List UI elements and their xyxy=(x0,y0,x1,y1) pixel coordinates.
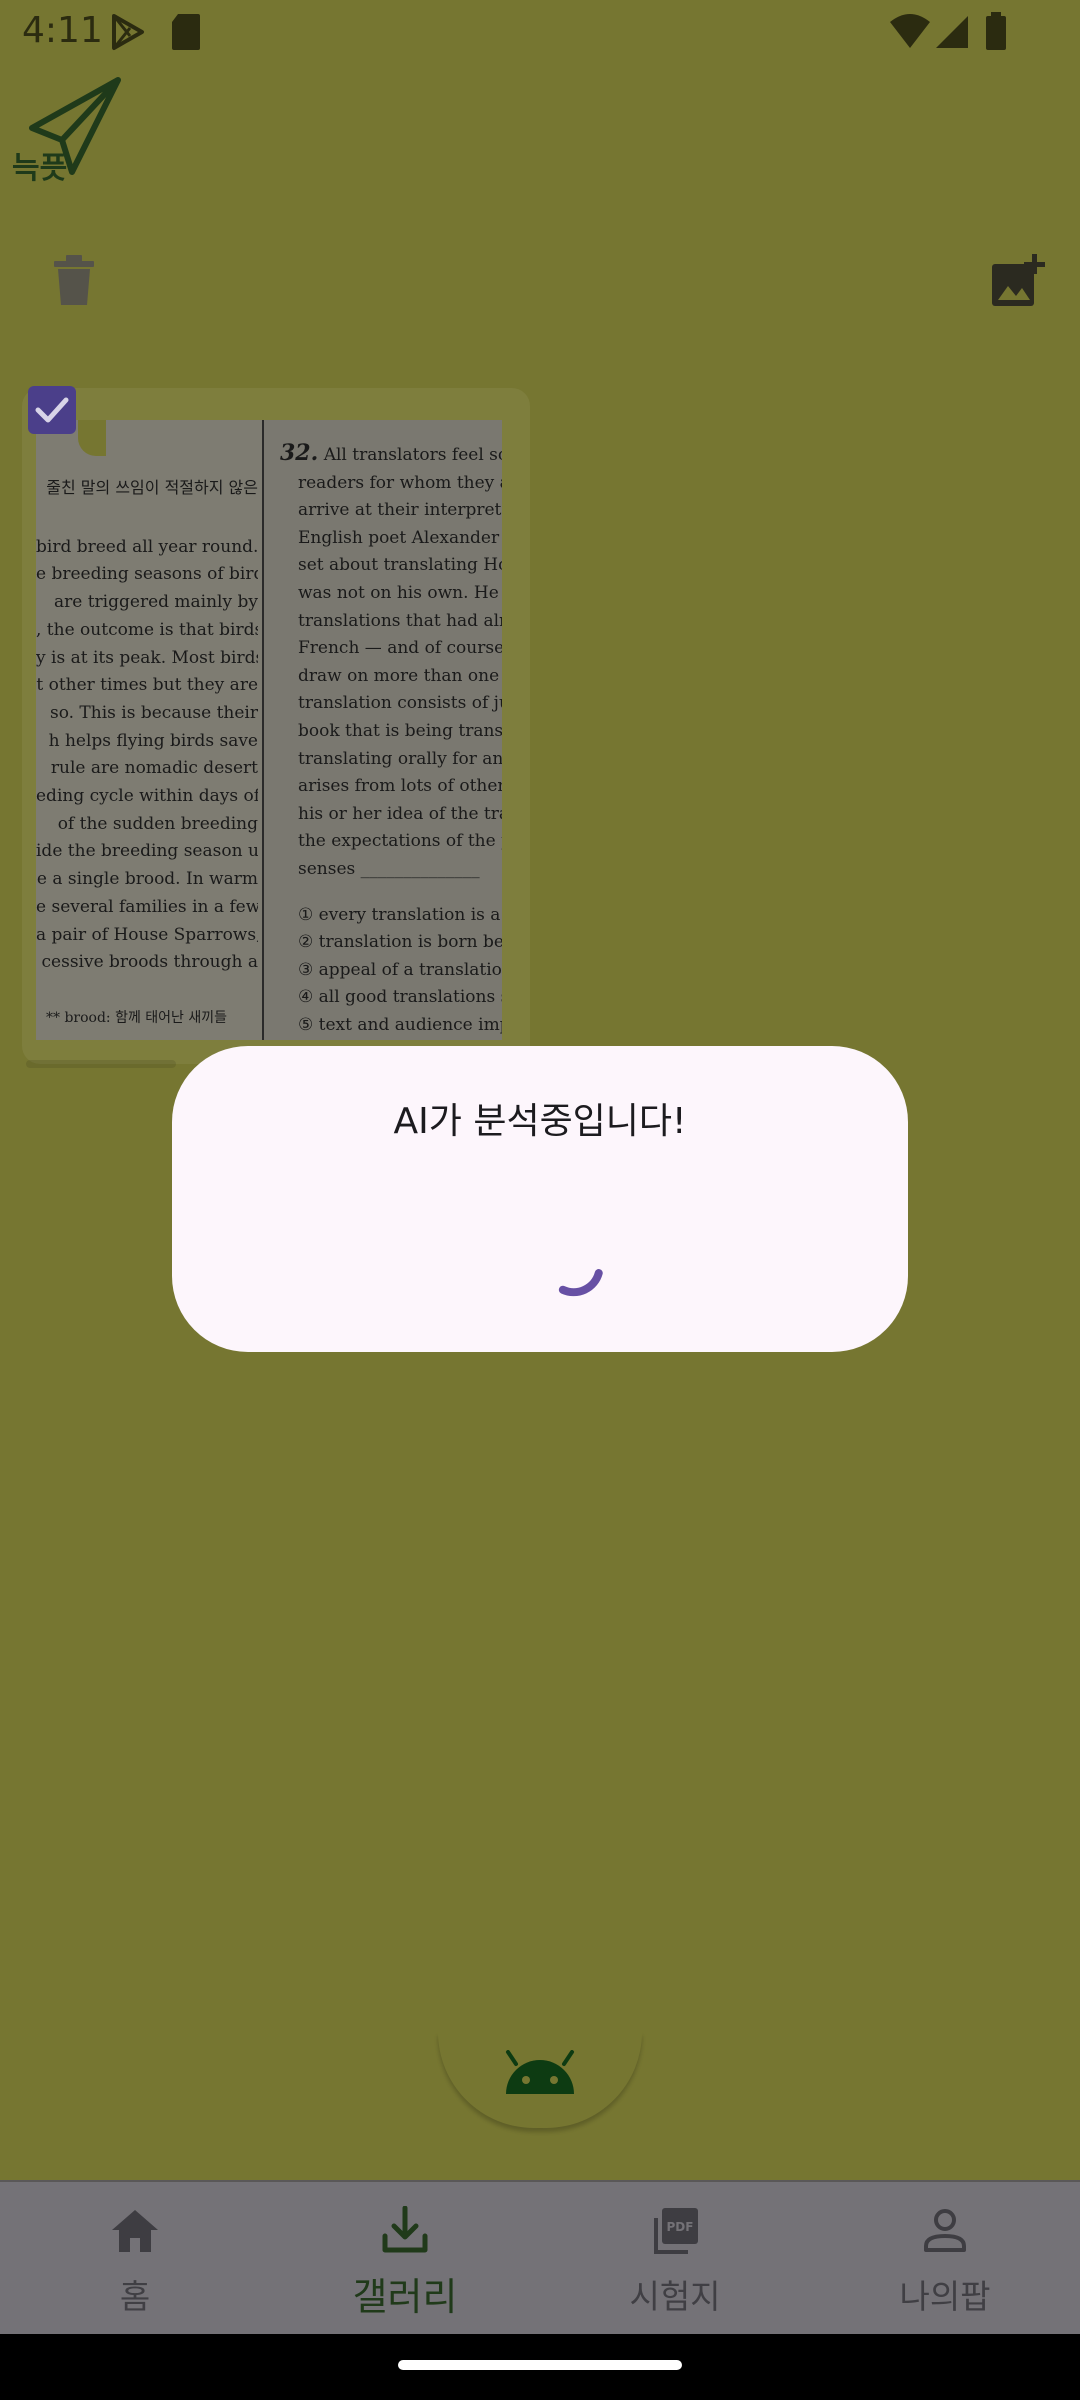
document-thumbnail[interactable]: 줄친 말의 쓰임이 적절하지 않은 bird breed all year ro… xyxy=(36,420,502,1040)
doc-option: ② translation is born beca xyxy=(298,932,502,953)
android-icon xyxy=(506,2050,574,2094)
nav-item-mypage[interactable]: 나의팝 xyxy=(810,2182,1080,2334)
doc-left-line: e breeding seasons of birds xyxy=(36,564,258,585)
doc-right-text: 32. All translators feel so readers for … xyxy=(280,440,502,1039)
nav-label-home: 홈 xyxy=(119,2277,151,2316)
doc-left-line: so. This is because their xyxy=(49,702,258,723)
doc-left-line: y is at its peak. Most birds xyxy=(36,647,258,668)
nav-item-exam[interactable]: PDF 시험지 xyxy=(540,2182,810,2334)
doc-left-line: , the outcome is that birds xyxy=(36,619,258,640)
app-logo: 늑픗 xyxy=(12,77,121,184)
signal-icon xyxy=(936,16,968,48)
status-bar: 4:11 xyxy=(0,0,1080,62)
doc-right-line: translation consists of just xyxy=(298,693,502,714)
doc-right-line: the expectations of the pe xyxy=(298,831,502,852)
doc-left-line: cessive broods through a xyxy=(41,952,258,973)
analyzing-dialog: AI가 분석중입니다! xyxy=(172,1046,908,1352)
doc-right-line: set about translating Hom xyxy=(298,555,502,576)
battery-icon xyxy=(986,12,1006,50)
wifi-icon xyxy=(890,14,930,48)
doc-right-line-first: 32. All translators feel so xyxy=(280,440,502,466)
doc-right-line: book that is being translat xyxy=(298,720,502,741)
doc-left-line: bird breed all year round. xyxy=(36,536,258,557)
doc-right-line: translations that had alre xyxy=(298,610,502,631)
pdf-icon: PDF xyxy=(654,2208,698,2254)
doc-left-text: 줄친 말의 쓰임이 적절하지 않은 bird breed all year ro… xyxy=(36,474,258,1032)
question-number: 32. xyxy=(280,440,319,466)
doc-right-line: draw on more than one s xyxy=(298,665,502,686)
nav-label-mypage: 나의팝 xyxy=(899,2277,991,2316)
doc-left-line: a pair of House Sparrows, xyxy=(36,924,258,945)
person-icon xyxy=(924,2209,966,2252)
doc-right-line: was not on his own. He ha xyxy=(298,582,502,603)
nav-label-gallery: 갤러리 xyxy=(352,2275,458,2319)
status-time: 4:11 xyxy=(22,10,103,51)
doc-left-line: e several families in a few xyxy=(36,896,258,917)
dialog-title: AI가 분석중입니다! xyxy=(393,1101,687,1142)
trash-icon[interactable] xyxy=(52,255,96,307)
doc-option: ① every translation is a cr xyxy=(298,904,502,925)
doc-left-line: eding cycle within days of xyxy=(36,786,258,807)
doc-right-line: English poet Alexander Po xyxy=(298,527,502,548)
doc-right-line: readers for whom they ar xyxy=(298,472,502,493)
loading-spinner xyxy=(558,1269,603,1297)
nav-item-gallery[interactable]: 갤러리 xyxy=(270,2182,540,2334)
doc-left-line: ide the breeding season up xyxy=(36,841,258,862)
doc-left-line xyxy=(36,977,258,1005)
nav-label-exam: 시험지 xyxy=(629,2277,721,2316)
logo-text: 늑픗 xyxy=(12,151,67,184)
doc-left-line: rule are nomadic desert xyxy=(50,758,258,779)
doc-left-line: are triggered mainly by xyxy=(54,592,258,613)
home-icon xyxy=(112,2210,158,2252)
doc-left-heading: 줄친 말의 쓰임이 적절하지 않은 xyxy=(46,478,258,497)
doc-right-line: arises from lots of other te xyxy=(298,776,502,797)
doc-left-line: e a single brood. In warm xyxy=(36,869,258,890)
doc-right-line: translating orally for anoth xyxy=(298,748,502,769)
svg-text:PDF: PDF xyxy=(667,2220,694,2234)
download-icon xyxy=(382,2206,428,2253)
doc-right-line: his or her idea of the tran xyxy=(298,803,502,824)
doc-left-line: of the sudden breeding xyxy=(57,813,258,834)
home-gesture-pill[interactable] xyxy=(398,2360,682,2370)
play-store-icon xyxy=(112,14,144,50)
doc-option: ③ appeal of a translation i xyxy=(298,959,502,980)
add-photo-icon[interactable] xyxy=(990,254,1046,310)
doc-right-line: senses ______________ xyxy=(298,858,480,879)
doc-column-divider xyxy=(262,420,264,1040)
doc-right-line: French — and of course h xyxy=(298,638,502,659)
doc-option: ④ all good translations sta xyxy=(298,987,502,1008)
doc-right-line: arrive at their interpretati xyxy=(298,500,502,521)
sd-card-icon xyxy=(172,14,200,50)
select-checkbox[interactable] xyxy=(28,386,76,434)
doc-option: ⑤ text and audience impri xyxy=(298,1014,502,1035)
nav-item-home[interactable]: 홈 xyxy=(0,2182,270,2334)
doc-left-line: t other times but they are xyxy=(36,675,258,696)
check-icon xyxy=(35,397,69,423)
doc-left-line: h helps flying birds save xyxy=(48,730,258,751)
bottom-navigation: 홈 갤러리 PDF 시험지 나의팝 xyxy=(0,2182,1080,2334)
checkbox-notch xyxy=(78,420,106,456)
doc-footnote: ** brood: 함께 태어난 새끼들 xyxy=(46,1009,228,1026)
card-shadow xyxy=(26,1060,176,1068)
